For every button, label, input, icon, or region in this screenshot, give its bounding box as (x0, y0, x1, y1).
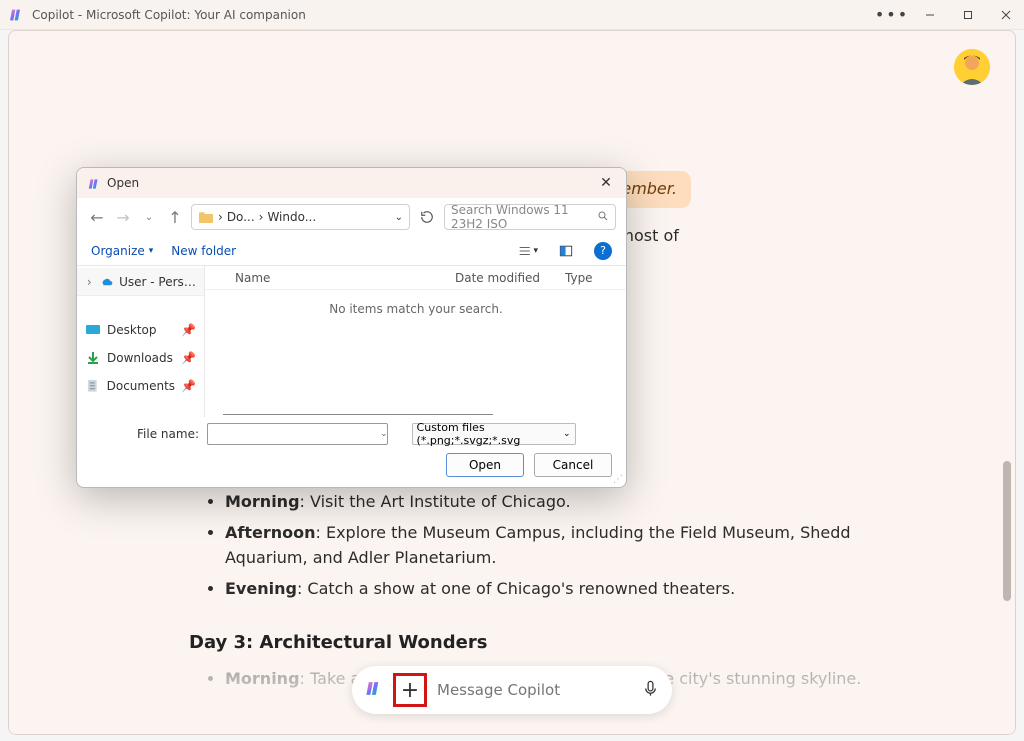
col-type[interactable]: Type (565, 271, 615, 285)
dialog-title: Open (107, 176, 596, 190)
user-avatar[interactable] (954, 49, 990, 85)
file-name-label: File name: (137, 427, 199, 441)
pin-icon: 📌 (181, 379, 196, 393)
open-button[interactable]: Open (446, 453, 524, 477)
list-item: Evening: Catch a show at one of Chicago'… (225, 577, 875, 602)
empty-message: No items match your search. (205, 290, 627, 417)
dialog-close-button[interactable]: ✕ (596, 173, 616, 193)
pin-icon: 📌 (181, 323, 196, 337)
add-attachment-button[interactable]: + (397, 677, 423, 703)
help-button[interactable]: ? (594, 242, 612, 260)
app-frame: visit Chicago in November. o help you ma… (8, 30, 1016, 735)
maximize-button[interactable] (958, 5, 978, 25)
col-name[interactable]: Name (235, 271, 455, 285)
file-name-input[interactable] (207, 423, 388, 445)
desktop-icon (85, 322, 101, 338)
chevron-right-icon: › (85, 275, 94, 289)
sidebar-item-documents[interactable]: Documents 📌 (77, 372, 204, 400)
onedrive-icon (100, 274, 114, 290)
copilot-icon (87, 176, 101, 190)
list-item: Afternoon: Explore the Museum Campus, in… (225, 521, 875, 571)
list-item: Morning: Visit the Art Institute of Chic… (225, 490, 875, 515)
microphone-icon[interactable] (641, 679, 660, 701)
copilot-logo-icon[interactable] (364, 679, 383, 701)
documents-icon (85, 378, 101, 394)
day3-heading: Day 3: Architectural Wonders (189, 629, 875, 657)
horizontal-scrollbar[interactable] (223, 414, 493, 415)
dialog-toolbar: Organize ▾ New folder ▾ ? (77, 236, 626, 266)
search-input[interactable]: Search Windows 11 23H2 ISO (444, 204, 616, 230)
scrollbar-thumb[interactable] (1003, 461, 1011, 601)
nav-forward-button[interactable]: → (113, 207, 133, 227)
sidebar-item-downloads[interactable]: Downloads 📌 (77, 344, 204, 372)
chevron-down-icon[interactable]: ⌄ (395, 212, 403, 223)
breadcrumb-seg-2[interactable]: Windo... (267, 210, 316, 224)
new-folder-button[interactable]: New folder (171, 244, 236, 258)
nav-back-button[interactable]: ← (87, 207, 107, 227)
window-title: Copilot - Microsoft Copilot: Your AI com… (32, 8, 882, 22)
chevron-right-icon: › (259, 210, 264, 224)
col-date[interactable]: Date modified (455, 271, 565, 285)
chat-input[interactable] (437, 681, 631, 699)
preview-pane-button[interactable] (556, 241, 576, 261)
folder-icon (198, 210, 214, 224)
breadcrumb-seg-1[interactable]: Do... (227, 210, 255, 224)
pin-icon: 📌 (181, 351, 196, 365)
dialog-footer: File name: ⌄ Custom files (*.png;*.svgz;… (77, 417, 626, 487)
file-type-filter[interactable]: Custom files (*.png;*.svgz;*.svg ⌄ (412, 423, 576, 445)
refresh-button[interactable] (416, 206, 438, 228)
cancel-button[interactable]: Cancel (534, 453, 612, 477)
dialog-body: › User - Personal Desktop 📌 Downloads 📌 (77, 266, 626, 417)
chevron-down-icon: ⌄ (563, 429, 571, 439)
dialog-sidebar: › User - Personal Desktop 📌 Downloads 📌 (77, 266, 205, 417)
sidebar-item-user[interactable]: › User - Personal (77, 268, 204, 296)
dialog-header: Open ✕ (77, 168, 626, 198)
chevron-down-icon[interactable]: ⌄ (380, 429, 388, 439)
search-placeholder: Search Windows 11 23H2 ISO (451, 203, 597, 231)
chevron-down-icon: ▾ (149, 246, 154, 256)
sidebar-item-desktop[interactable]: Desktop 📌 (77, 316, 204, 344)
breadcrumb[interactable]: › Do... › Windo... ⌄ (191, 204, 410, 230)
day-bullets: Morning: Visit the Art Institute of Chic… (189, 490, 875, 601)
organize-menu[interactable]: Organize ▾ (91, 244, 153, 258)
file-list: Name Date modified Type No items match y… (205, 266, 627, 417)
dialog-nav: ← → ⌄ ↑ › Do... › Windo... ⌄ Search Wind… (77, 198, 626, 236)
download-icon (85, 350, 101, 366)
nav-up-button[interactable]: ↑ (165, 207, 185, 227)
file-open-dialog: Open ✕ ← → ⌄ ↑ › Do... › Windo... ⌄ Sear… (76, 167, 627, 488)
more-icon[interactable]: ••• (882, 5, 902, 25)
nav-recent-button[interactable]: ⌄ (139, 207, 159, 227)
close-button[interactable] (996, 5, 1016, 25)
view-options-button[interactable]: ▾ (518, 241, 538, 261)
chat-input-bar: + (352, 666, 672, 714)
add-attachment-highlight: + (393, 673, 427, 707)
chevron-right-icon: › (218, 210, 223, 224)
window-titlebar: Copilot - Microsoft Copilot: Your AI com… (0, 0, 1024, 30)
column-headers[interactable]: Name Date modified Type (205, 266, 627, 290)
copilot-icon (8, 7, 24, 23)
minimize-button[interactable] (920, 5, 940, 25)
search-icon (597, 210, 609, 225)
